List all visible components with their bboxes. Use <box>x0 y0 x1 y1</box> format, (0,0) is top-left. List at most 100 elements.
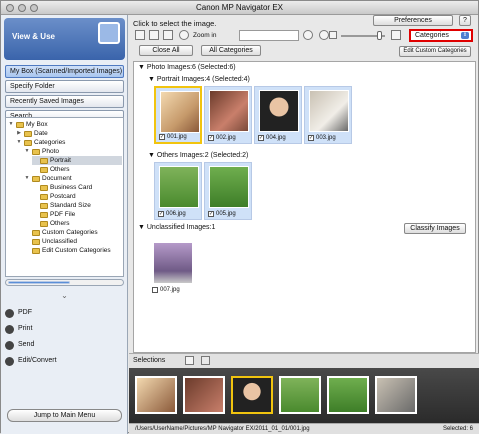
thumbnail-size-slider[interactable] <box>341 31 385 40</box>
nav-my-box[interactable]: My Box (Scanned/Imported Images) <box>5 65 124 78</box>
tree-node-photo[interactable]: ▼ Photo <box>24 147 59 156</box>
close-all-button[interactable]: Close All <box>139 45 193 56</box>
image-preview <box>309 90 349 132</box>
folder-icon <box>40 202 48 209</box>
thumbnail-002[interactable]: ✓ 002.jpg <box>204 86 252 144</box>
folder-icon <box>40 193 48 200</box>
select-checkbox[interactable]: ✓ <box>208 135 214 141</box>
nav-recently-saved[interactable]: Recently Saved Images <box>5 95 124 108</box>
nav-specify-folder[interactable]: Specify Folder <box>5 80 124 93</box>
close-window-button[interactable] <box>6 4 14 12</box>
thumbnail-001[interactable]: ✓ 001.jpg <box>154 86 202 144</box>
minimize-window-button[interactable] <box>18 4 26 12</box>
action-edit-convert[interactable]: Edit/Convert <box>5 355 124 367</box>
selection-thumbnail-001[interactable] <box>135 376 177 414</box>
photo-group-header[interactable]: ▼ Photo Images:6 (Selected:6) <box>138 64 236 71</box>
tree-node-photo-others[interactable]: Others <box>32 165 70 174</box>
tree-node-date[interactable]: ▶ Date <box>16 129 48 138</box>
collapse-triangle-icon[interactable]: ▼ <box>138 64 147 71</box>
collapse-triangle-icon[interactable]: ▼ <box>148 152 157 159</box>
action-pdf[interactable]: PDF <box>5 307 124 319</box>
selection-thumbnail-002[interactable] <box>183 376 225 414</box>
search-icon[interactable] <box>303 30 313 40</box>
classify-images-button[interactable]: Classify Images <box>404 223 466 234</box>
select-checkbox[interactable]: ✓ <box>208 211 214 217</box>
collapse-triangle-icon[interactable]: ▼ <box>148 76 157 83</box>
thumbnail-004[interactable]: ✓ 004.jpg <box>254 86 302 144</box>
collapse-chevron-icon[interactable]: ⌄ <box>1 291 128 300</box>
slider-knob[interactable] <box>377 31 382 40</box>
tree-node-document-others[interactable]: Others <box>32 219 70 228</box>
thumbnail-006[interactable]: ✓ 006.jpg <box>154 162 202 220</box>
tree-node-business-card[interactable]: Business Card <box>32 183 92 192</box>
tree-node-postcard[interactable]: Postcard <box>32 192 76 201</box>
tree-node-edit-custom-categories[interactable]: Edit Custom Categories <box>24 246 111 255</box>
folder-icon <box>24 139 32 146</box>
tree-node-custom-categories[interactable]: Custom Categories <box>24 228 98 237</box>
small-thumbnail-icon <box>329 31 337 39</box>
selections-label: Selections <box>133 357 166 364</box>
image-preview <box>209 166 249 208</box>
thumbnail-003[interactable]: ✓ 003.jpg <box>304 86 352 144</box>
portrait-group-header[interactable]: ▼ Portrait Images:4 (Selected:4) <box>148 76 250 83</box>
status-path: /Users/UserName/Pictures/MP Navigator EX… <box>135 426 310 432</box>
window-controls <box>6 4 38 12</box>
collapse-triangle-icon[interactable]: ▼ <box>138 224 147 231</box>
refresh-icon[interactable] <box>319 30 329 40</box>
selection-thumbnail-005[interactable] <box>327 376 369 414</box>
tree-node-my-box[interactable]: ▼ My Box <box>8 120 48 129</box>
expand-triangle-icon[interactable]: ▼ <box>8 120 14 129</box>
expand-triangle-icon[interactable]: ▶ <box>16 129 22 138</box>
folder-icon <box>24 130 32 137</box>
category-view-select[interactable]: Categories ⇕ <box>409 29 473 42</box>
expand-triangle-icon[interactable]: ▼ <box>24 174 30 183</box>
tree-node-unclassified[interactable]: Unclassified <box>24 237 77 246</box>
large-thumbnail-icon <box>391 30 401 40</box>
thumbnail-007[interactable]: 007.jpg <box>148 238 196 296</box>
action-send[interactable]: Send <box>5 339 124 351</box>
scrollbar-thumb[interactable] <box>8 281 70 284</box>
tree-node-categories[interactable]: ▼ Categories <box>16 138 66 147</box>
view-use-header: View & Use <box>4 18 125 60</box>
tree-node-portrait[interactable]: Portrait <box>32 156 122 165</box>
send-icon <box>5 340 14 350</box>
tree-horizontal-scrollbar[interactable] <box>5 279 124 286</box>
tree-node-standard-size[interactable]: Standard Size <box>32 201 91 210</box>
preferences-button[interactable]: Preferences <box>373 15 453 26</box>
select-checkbox[interactable]: ✓ <box>308 135 314 141</box>
view-use-label: View & Use <box>12 32 55 41</box>
single-view-icon[interactable] <box>201 356 210 365</box>
edit-convert-icon <box>5 356 14 366</box>
tree-node-document[interactable]: ▼ Document <box>24 174 72 183</box>
selection-thumbnail-006[interactable] <box>279 376 321 414</box>
help-button[interactable]: ? <box>459 15 471 26</box>
left-panel: View & Use My Box (Scanned/Imported Imag… <box>1 15 128 434</box>
all-categories-button[interactable]: All Categories <box>201 45 261 56</box>
tree-node-pdf-file[interactable]: PDF File <box>32 210 75 219</box>
search-input[interactable] <box>239 30 299 41</box>
expand-triangle-icon[interactable]: ▼ <box>16 138 22 147</box>
grid-view-icon[interactable] <box>185 356 194 365</box>
zoom-icon[interactable] <box>179 30 189 40</box>
action-print[interactable]: Print <box>5 323 124 335</box>
title-bar: Canon MP Navigator EX <box>1 1 478 15</box>
select-checkbox[interactable]: ✓ <box>158 211 164 217</box>
select-checkbox[interactable]: ✓ <box>258 135 264 141</box>
selection-thumbnail-004[interactable] <box>231 376 273 414</box>
selection-thumbnail-003[interactable] <box>375 376 417 414</box>
jump-to-main-menu-button[interactable]: Jump to Main Menu <box>7 409 122 422</box>
app-window: Canon MP Navigator EX View & Use My Box … <box>0 0 479 434</box>
image-preview <box>259 90 299 132</box>
edit-custom-categories-button[interactable]: Edit Custom Categories <box>399 46 471 57</box>
expand-triangle-icon[interactable]: ▼ <box>24 147 30 156</box>
zoom-window-button[interactable] <box>30 4 38 12</box>
unclassified-group-header[interactable]: ▼ Unclassified Images:1 <box>138 224 215 231</box>
list-view-icon[interactable] <box>135 30 145 40</box>
others-group-header[interactable]: ▼ Others Images:2 (Selected:2) <box>148 152 248 159</box>
photo-view-icon[interactable] <box>163 30 173 40</box>
thumbnail-view-icon[interactable] <box>149 30 159 40</box>
folder-icon <box>40 211 48 218</box>
thumbnail-005[interactable]: ✓ 005.jpg <box>204 162 252 220</box>
select-checkbox[interactable]: ✓ <box>159 134 165 140</box>
select-checkbox[interactable] <box>152 287 158 293</box>
